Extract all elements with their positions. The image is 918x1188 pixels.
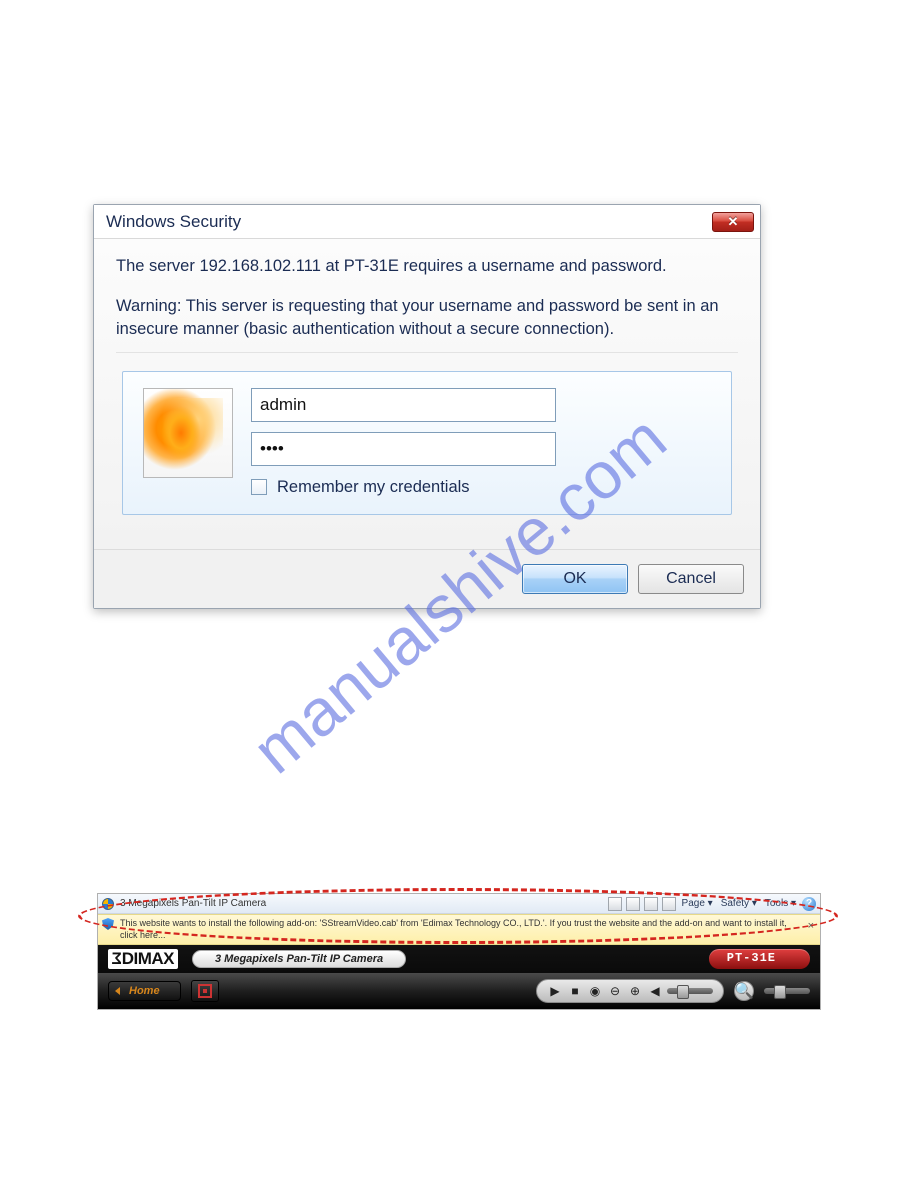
dialog-titlebar: Windows Security ✕ [94,205,760,239]
zoom-out-icon[interactable]: ⊖ [607,983,623,999]
fullscreen-icon [198,984,212,998]
stop-icon[interactable]: ■ [567,983,583,999]
home-icon[interactable] [608,897,622,911]
remember-row: Remember my credentials [251,476,711,498]
brand-logo: ΣDIMAX [108,949,178,969]
model-badge: PT-31E [709,949,810,969]
tools-menu[interactable]: Tools ▾ [763,898,798,909]
close-button[interactable]: ✕ [712,212,754,232]
dialog-message-1: The server 192.168.102.111 at PT-31E req… [116,255,738,277]
infobar-close-icon[interactable]: × [808,919,814,933]
dialog-body: The server 192.168.102.111 at PT-31E req… [94,239,760,525]
dialog-message-2: Warning: This server is requesting that … [116,295,738,340]
home-button[interactable]: Home [108,981,181,1001]
camera-toolbar: Home ▶ ■ ◉ ⊖ ⊕ ◀ 🔍 [98,973,820,1009]
play-icon[interactable]: ▶ [547,983,563,999]
camera-header: ΣDIMAX 3 Megapixels Pan-Tilt IP Camera P… [98,945,820,973]
volume-slider[interactable] [667,988,713,994]
sigma-icon: Σ [112,949,122,969]
zoom-slider[interactable] [764,988,810,994]
windows-security-dialog: Windows Security ✕ The server 192.168.10… [93,204,761,609]
camera-title: 3 Megapixels Pan-Tilt IP Camera [192,950,406,968]
password-field[interactable] [251,432,556,466]
ie-favicon-icon [102,898,114,910]
ok-button[interactable]: OK [522,564,628,594]
addon-infobar[interactable]: This website wants to install the follow… [98,914,820,945]
remember-checkbox[interactable] [251,479,267,495]
zoom-in-icon[interactable]: ⊕ [627,983,643,999]
mail-icon[interactable] [644,897,658,911]
feeds-icon[interactable] [626,897,640,911]
credentials-box: Remember my credentials [122,371,732,515]
browser-tab-title[interactable]: 3 Megapixels Pan-Tilt IP Camera [120,898,266,909]
browser-window: 3 Megapixels Pan-Tilt IP Camera Page ▾ S… [97,893,821,1010]
print-icon[interactable] [662,897,676,911]
volume-icon[interactable]: ◀ [647,983,663,999]
infobar-text: This website wants to install the follow… [120,918,787,940]
divider [116,352,738,353]
browser-tab-row: 3 Megapixels Pan-Tilt IP Camera Page ▾ S… [98,894,820,914]
remember-label: Remember my credentials [277,476,470,498]
browser-toolbar: Page ▾ Safety ▾ Tools ▾ ? [608,897,816,911]
dialog-title: Windows Security [106,212,241,232]
username-field[interactable] [251,388,556,422]
fullscreen-button[interactable] [191,980,219,1002]
shield-icon [102,918,114,930]
snapshot-icon[interactable]: ◉ [587,983,603,999]
credential-fields: Remember my credentials [251,388,711,498]
safety-menu[interactable]: Safety ▾ [719,898,759,909]
dialog-footer: OK Cancel [94,549,760,608]
user-avatar-icon [143,388,233,478]
playback-controls: ▶ ■ ◉ ⊖ ⊕ ◀ [536,979,724,1003]
magnify-icon[interactable]: 🔍 [734,981,754,1001]
page-menu[interactable]: Page ▾ [680,898,715,909]
help-icon[interactable]: ? [802,897,816,911]
cancel-button[interactable]: Cancel [638,564,744,594]
